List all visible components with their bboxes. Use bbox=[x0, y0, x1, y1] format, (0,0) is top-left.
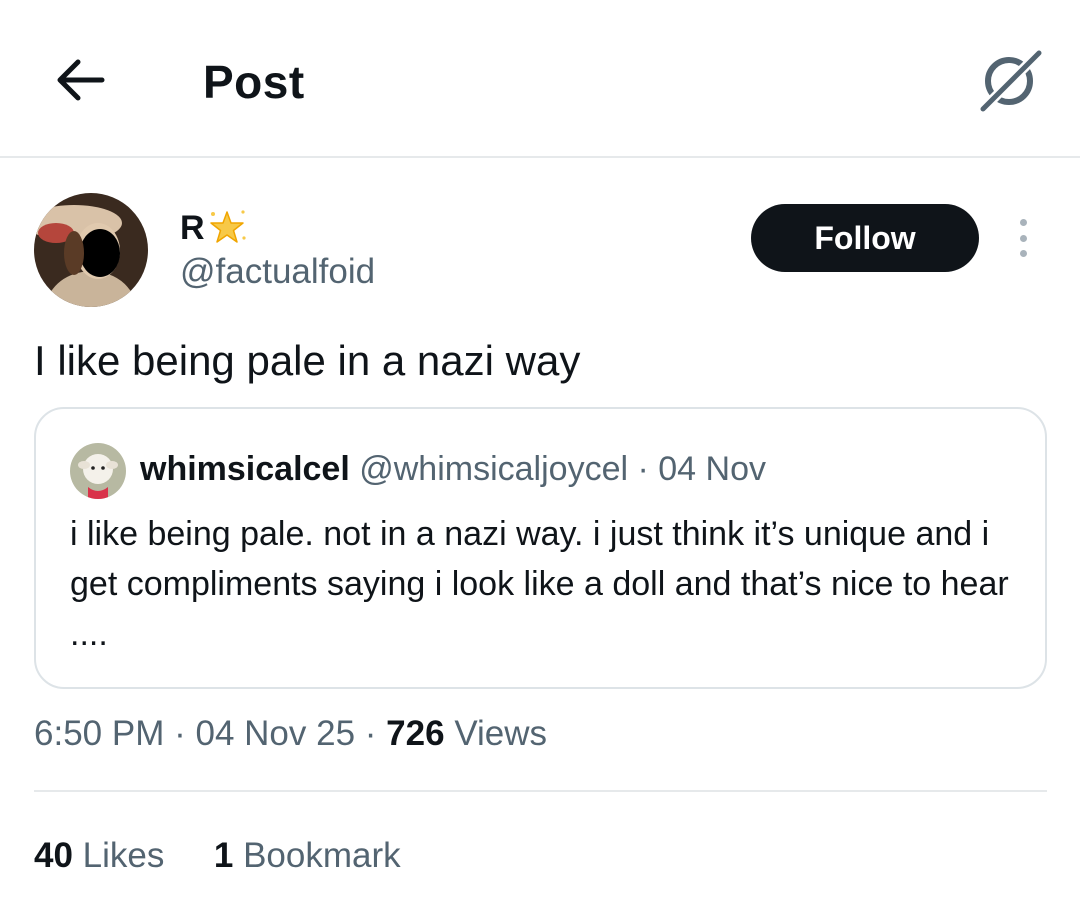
grok-button[interactable] bbox=[972, 44, 1048, 116]
likes-stat[interactable]: 40 Likes bbox=[34, 836, 174, 875]
bookmarks-label: Bookmark bbox=[243, 836, 401, 875]
page-title: Post bbox=[203, 56, 305, 108]
post-stats: 40 Likes 1 Bookmark bbox=[34, 832, 401, 880]
more-options-button[interactable] bbox=[1006, 216, 1040, 260]
likes-label: Likes bbox=[82, 836, 165, 875]
meta-separator: · bbox=[364, 714, 377, 753]
quote-author-handle: @whimsicaljoycel bbox=[359, 450, 629, 488]
views-label: Views bbox=[454, 714, 548, 753]
grok-icon bbox=[979, 49, 1043, 113]
quote-text: i like being pale. not in a nazi way. i … bbox=[70, 515, 1009, 653]
back-button[interactable] bbox=[48, 48, 112, 112]
quoted-post-card[interactable]: whimsicalcel @whimsicaljoycel · 04 Nov i… bbox=[34, 407, 1047, 689]
author-name[interactable]: R bbox=[180, 208, 247, 248]
quote-author-avatar bbox=[70, 443, 126, 499]
follow-button[interactable]: Follow bbox=[751, 204, 979, 272]
meta-separator: · bbox=[174, 714, 186, 753]
quote-date: 04 Nov bbox=[658, 450, 766, 488]
more-dot-icon bbox=[1019, 234, 1027, 242]
post-time: 6:50 PM bbox=[34, 714, 165, 753]
arrow-left-icon bbox=[57, 59, 105, 101]
views-count: 726 bbox=[386, 714, 445, 753]
likes-count: 40 bbox=[34, 836, 73, 875]
bookmarks-count: 1 bbox=[213, 836, 234, 875]
author-handle[interactable]: @factualfoid bbox=[180, 250, 375, 294]
bookmarks-stat[interactable]: 1 Bookmark bbox=[204, 836, 401, 875]
more-dot-icon bbox=[1019, 250, 1027, 257]
avatar-image bbox=[70, 443, 126, 499]
quote-separator: · bbox=[637, 450, 649, 488]
post-meta: 6:50 PM · 04 Nov 25 · 726 Views bbox=[34, 710, 547, 758]
divider bbox=[34, 790, 1047, 792]
avatar-image bbox=[34, 193, 148, 307]
quote-author-name: whimsicalcel bbox=[140, 450, 350, 488]
author-name-text: R bbox=[180, 209, 205, 247]
post-text: I like being pale in a nazi way bbox=[34, 337, 581, 384]
star-icon bbox=[209, 210, 246, 243]
top-bar: Post bbox=[0, 0, 1080, 158]
quote-header: whimsicalcel @whimsicaljoycel · 04 Nov bbox=[140, 447, 766, 491]
more-dot-icon bbox=[1019, 219, 1027, 226]
post-date: 04 Nov 25 bbox=[195, 714, 356, 753]
author-avatar[interactable] bbox=[34, 193, 148, 307]
